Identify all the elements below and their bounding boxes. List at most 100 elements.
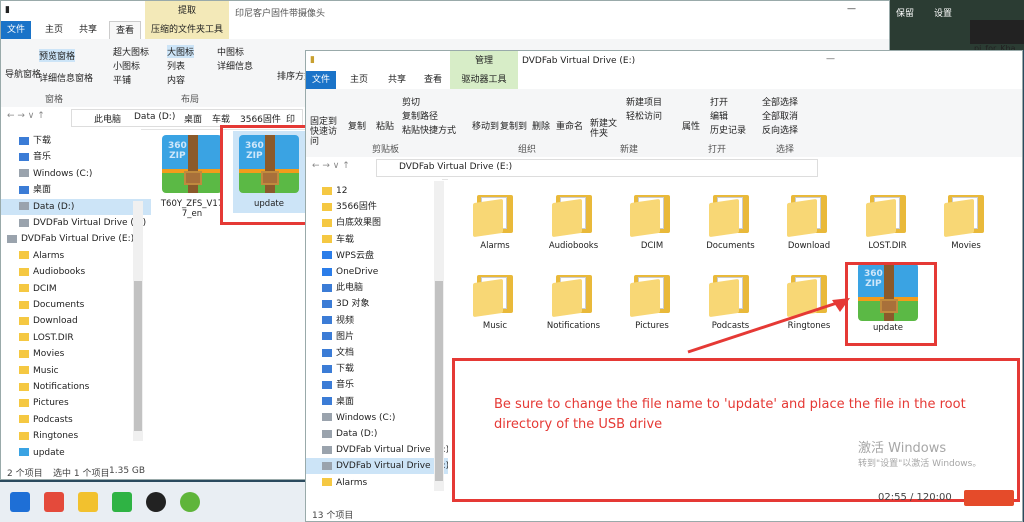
video-control-button[interactable] <box>964 490 1014 506</box>
nav-item[interactable]: LOST.DIR <box>1 330 151 346</box>
wps-icon[interactable] <box>44 492 64 512</box>
folder-item[interactable]: Movies <box>929 191 1003 251</box>
nav-item[interactable]: Download <box>1 313 151 329</box>
minimize-icon[interactable]: — <box>847 4 856 14</box>
preview-pane-button[interactable]: 预览窗格 <box>39 49 76 62</box>
back-context-tab[interactable]: 提取 <box>145 1 229 21</box>
explorer-icon[interactable] <box>78 492 98 512</box>
select-none-button[interactable]: 全部取消 <box>762 109 798 122</box>
folder-item[interactable]: Pictures <box>615 271 689 331</box>
nav-item[interactable]: Pictures <box>1 395 151 411</box>
nav-item[interactable]: Notifications <box>1 379 151 395</box>
invert-selection-button[interactable]: 反向选择 <box>762 123 798 136</box>
nav-item[interactable]: Alarms <box>306 475 448 491</box>
xl-icons-option[interactable]: 超大图标 <box>113 45 149 58</box>
nav-item[interactable]: 3566固件 <box>306 199 448 215</box>
nav-item[interactable]: 文档 <box>306 345 448 361</box>
back-arrow-icon[interactable]: ← → ∨ ↑ <box>7 111 45 121</box>
front-context-tool[interactable]: 驱动器工具 <box>450 71 518 89</box>
new-folder-button[interactable]: 新建文件夹 <box>590 119 618 139</box>
back-menu-home[interactable]: 主页 <box>39 21 69 39</box>
front-breadcrumb[interactable]: DVDFab Virtual Drive (E:) <box>376 159 818 177</box>
front-menu-view[interactable]: 查看 <box>418 71 448 89</box>
back-menu-view[interactable]: 查看 <box>109 21 142 40</box>
minimize-icon[interactable]: — <box>826 54 835 64</box>
nav-item[interactable]: 此电脑 <box>306 280 448 296</box>
nav-item[interactable]: 下载 <box>306 361 448 377</box>
nav-item[interactable]: 音乐 <box>1 149 151 165</box>
delete-button[interactable]: 删除 <box>532 119 550 132</box>
content-option[interactable]: 内容 <box>167 73 185 86</box>
l-icons-option[interactable]: 大图标 <box>167 45 195 58</box>
scroll-thumb[interactable] <box>134 281 142 431</box>
back-menu-share[interactable]: 共享 <box>73 21 103 39</box>
nav-item[interactable]: DVDFab Virtual Drive (E:) <box>1 231 139 247</box>
scroll-thumb[interactable] <box>435 281 443 481</box>
details-option[interactable]: 详细信息 <box>217 59 253 72</box>
nav-item[interactable]: DVDFab Virtual Drive (E:) <box>306 458 449 475</box>
folder-item[interactable]: DCIM <box>615 191 689 251</box>
open-button[interactable]: 打开 <box>710 95 728 108</box>
back-menu-file[interactable]: 文件 <box>1 21 32 39</box>
folder-item[interactable]: Notifications <box>537 271 611 331</box>
nav-item[interactable]: update <box>1 445 151 461</box>
paste-button[interactable]: 粘贴 <box>376 119 394 132</box>
nav-item[interactable]: 图片 <box>306 329 448 345</box>
m-icons-option[interactable]: 中图标 <box>217 45 244 58</box>
list-option[interactable]: 列表 <box>167 59 185 72</box>
right-item-reserve[interactable]: 保留 <box>896 6 914 19</box>
move-to-button[interactable]: 移动到 <box>472 119 499 132</box>
nav-item[interactable]: Alarms <box>1 248 151 264</box>
front-menu-home[interactable]: 主页 <box>344 71 374 89</box>
nav-item[interactable]: Windows (C:) <box>1 166 151 182</box>
nav-item[interactable]: Data (D:) <box>1 198 151 215</box>
new-item-button[interactable]: 新建项目 <box>626 95 662 108</box>
nav-item[interactable]: 3D 对象 <box>306 296 448 312</box>
qq-icon[interactable] <box>146 492 166 512</box>
nav-item[interactable]: Audiobooks <box>1 264 151 280</box>
file-item[interactable]: 360 ZIP T60Y_ZFS_V17 7_en <box>157 135 227 219</box>
front-nav-scrollbar[interactable] <box>434 181 444 491</box>
windows-icon[interactable] <box>10 492 30 512</box>
right-item-settings[interactable]: 设置 <box>934 6 952 19</box>
navpane-button[interactable]: 导航窗格 <box>5 67 41 80</box>
properties-button[interactable]: 属性 <box>682 119 700 132</box>
paste-shortcut-button[interactable]: 粘贴快捷方式 <box>402 123 456 136</box>
back-context-tool[interactable]: 压缩的文件夹工具 <box>145 21 229 39</box>
tiles-option[interactable]: 平铺 <box>113 73 131 86</box>
nav-item[interactable]: Windows (C:) <box>306 410 448 426</box>
copy-to-button[interactable]: 复制到 <box>500 119 527 132</box>
folder-item[interactable]: Documents <box>694 191 768 251</box>
pin-quick-access-button[interactable]: 固定到快速访问 <box>310 117 344 147</box>
nav-item[interactable]: Podcasts <box>1 412 151 428</box>
nav-item[interactable]: DVDFab Virtual Drive (E:) <box>306 442 449 458</box>
nav-item[interactable]: Movies <box>1 346 151 362</box>
s-icons-option[interactable]: 小图标 <box>113 59 140 72</box>
nav-item[interactable]: DVDFab Virtual Drive (E:) <box>1 215 151 231</box>
nav-item[interactable]: Data (D:) <box>306 426 448 442</box>
back-nav-scrollbar[interactable] <box>133 201 143 441</box>
nav-item[interactable]: Ringtones <box>1 428 151 444</box>
folder-item[interactable]: Download <box>772 191 846 251</box>
nav-item[interactable]: 车载 <box>306 232 448 248</box>
rename-button[interactable]: 重命名 <box>556 119 583 132</box>
front-context-tab[interactable]: 管理 <box>450 51 518 71</box>
nav-item[interactable]: 音乐 <box>306 377 448 393</box>
nav-item[interactable]: WPS云盘 <box>306 248 448 264</box>
nav-item[interactable]: 桌面 <box>1 182 151 198</box>
nav-item[interactable]: Music <box>1 363 151 379</box>
nav-item[interactable]: DCIM <box>1 281 151 297</box>
wechat-icon[interactable] <box>112 492 132 512</box>
folder-item[interactable]: Alarms <box>458 191 532 251</box>
ie-icon[interactable] <box>180 492 200 512</box>
cut-button[interactable]: 剪切 <box>402 95 420 108</box>
nav-item[interactable]: Documents <box>1 297 151 313</box>
front-menu-file[interactable]: 文件 <box>306 71 337 89</box>
front-arrow-icon[interactable]: ← → ∨ ↑ <box>312 161 350 171</box>
copy-path-button[interactable]: 复制路径 <box>402 109 438 122</box>
folder-item[interactable]: LOST.DIR <box>851 191 925 251</box>
nav-item[interactable]: 白底效果图 <box>306 215 448 231</box>
folder-item[interactable]: Music <box>458 271 532 331</box>
history-button[interactable]: 历史记录 <box>710 123 746 136</box>
easy-access-button[interactable]: 轻松访问 <box>626 109 662 122</box>
